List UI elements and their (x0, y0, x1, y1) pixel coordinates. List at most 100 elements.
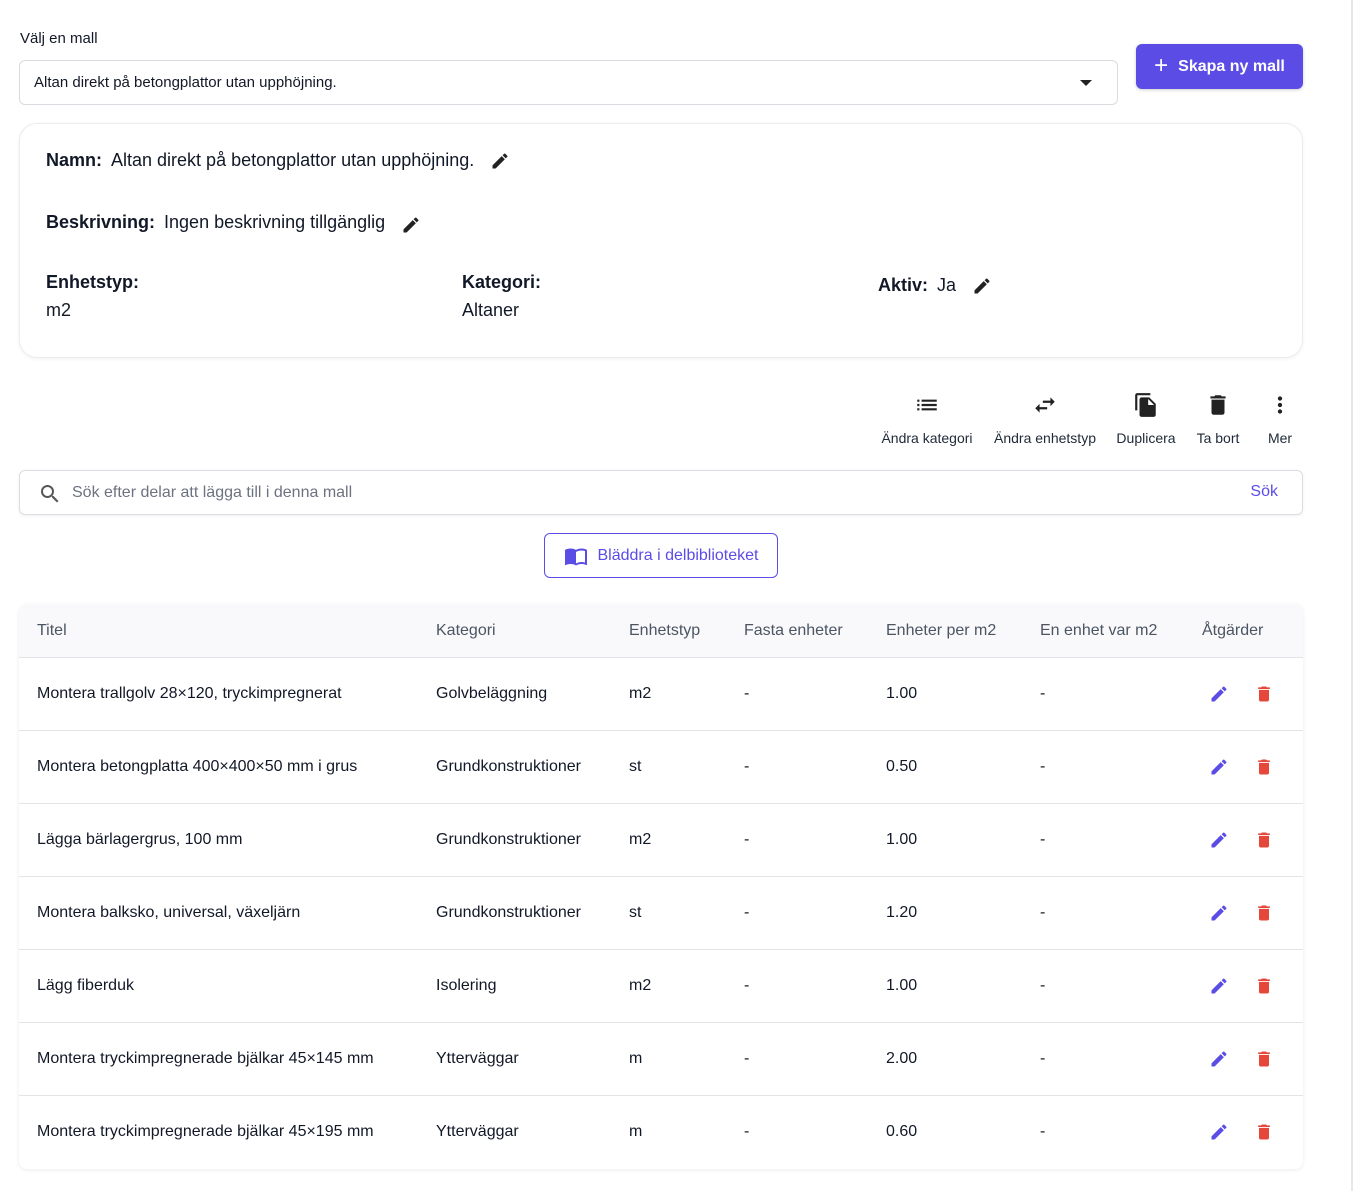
create-template-button[interactable]: + Skapa ny mall (1136, 44, 1303, 89)
active-value: Ja (937, 275, 957, 295)
cell-fixed-units: - (744, 1123, 750, 1140)
change-category-button[interactable]: Ändra kategori (878, 392, 976, 452)
delete-row-icon[interactable] (1254, 903, 1274, 923)
edit-row-icon[interactable] (1209, 1049, 1229, 1069)
table-row: Montera balksko, universal, växeljärn Gr… (19, 877, 1303, 950)
cell-title: Montera trallgolv 28×120, tryckimpregner… (37, 685, 342, 702)
cell-one-unit-per: - (1040, 1050, 1046, 1067)
cell-one-unit-per: - (1040, 904, 1046, 921)
table-row: Lägg fiberduk Isolering m2 - 1.00 - (19, 950, 1303, 1023)
cell-one-unit-per: - (1040, 1123, 1046, 1140)
duplicate-label: Duplicera (1116, 430, 1176, 446)
cell-units-per: 1.00 (886, 685, 918, 702)
edit-row-icon[interactable] (1209, 830, 1229, 850)
description-field: Beskrivning: Ingen beskrivning tillgängl… (46, 209, 421, 235)
cell-one-unit-per: - (1040, 758, 1046, 775)
duplicate-button[interactable]: Duplicera (1113, 392, 1179, 452)
unit-type-label: Enhetstyp: (46, 272, 140, 292)
active-field: Aktiv: Ja (878, 275, 992, 296)
header-unit-type: Enhetstyp (629, 622, 701, 639)
edit-row-icon[interactable] (1209, 903, 1229, 923)
cell-unit-type: m2 (629, 831, 652, 848)
name-label: Namn: (46, 150, 103, 170)
book-icon (564, 544, 588, 568)
delete-row-icon[interactable] (1254, 1049, 1274, 1069)
edit-row-icon[interactable] (1209, 976, 1229, 996)
cell-units-per: 1.00 (886, 831, 918, 848)
change-unit-type-label: Ändra enhetstyp (994, 430, 1096, 446)
change-category-label: Ändra kategori (881, 430, 973, 446)
cell-title: Lägg fiberduk (37, 977, 134, 994)
cell-fixed-units: - (744, 1050, 750, 1067)
edit-row-icon[interactable] (1209, 757, 1229, 777)
description-label: Beskrivning: (46, 211, 156, 232)
edit-description-icon[interactable] (401, 215, 421, 235)
cell-units-per: 1.00 (886, 977, 918, 994)
more-label: Mer (1267, 430, 1293, 446)
create-template-label: Skapa ny mall (1178, 57, 1285, 75)
parts-table: Titel Kategori Enhetstyp Fasta enheter E… (19, 604, 1303, 1169)
search-submit-button[interactable]: Sök (1250, 483, 1278, 501)
cell-one-unit-per: - (1040, 977, 1046, 994)
browse-library-button[interactable]: Bläddra i delbiblioteket (544, 533, 778, 578)
cell-units-per: 0.60 (886, 1123, 918, 1140)
search-icon (38, 482, 62, 506)
cell-units-per: 0.50 (886, 758, 918, 775)
cell-one-unit-per: - (1040, 685, 1046, 702)
template-select[interactable]: Altan direkt på betongplattor utan upphö… (19, 60, 1118, 105)
cell-one-unit-per: - (1040, 831, 1046, 848)
name-value: Altan direkt på betongplattor utan upphö… (111, 150, 475, 170)
cell-title: Montera balksko, universal, växeljärn (37, 904, 301, 921)
delete-row-icon[interactable] (1254, 1122, 1274, 1142)
cell-category: Grundkonstruktioner (436, 758, 581, 775)
cell-title: Montera tryckimpregnerade bjälkar 45×145… (37, 1050, 374, 1067)
category-value: Altaner (462, 300, 520, 320)
cell-unit-type: st (629, 904, 642, 921)
cell-fixed-units: - (744, 904, 750, 921)
cell-fixed-units: - (744, 831, 750, 848)
swap-arrows-icon (1032, 392, 1058, 418)
table-header: Titel Kategori Enhetstyp Fasta enheter E… (19, 604, 1303, 658)
delete-template-button[interactable]: Ta bort (1191, 392, 1245, 452)
delete-row-icon[interactable] (1254, 684, 1274, 704)
header-category: Kategori (436, 622, 496, 639)
parts-search-bar: Sök (19, 470, 1303, 515)
browse-library-label: Bläddra i delbiblioteket (597, 546, 759, 564)
table-row: Lägga bärlagergrus, 100 mm Grundkonstruk… (19, 804, 1303, 877)
delete-row-icon[interactable] (1254, 830, 1274, 850)
trash-icon (1205, 392, 1231, 418)
edit-active-icon[interactable] (972, 276, 992, 296)
template-select-label: Välj en mall (20, 30, 98, 47)
header-one-unit-per: En enhet var m2 (1040, 622, 1158, 639)
cell-fixed-units: - (744, 758, 750, 775)
edit-row-icon[interactable] (1209, 1122, 1229, 1142)
parts-search-input[interactable] (72, 481, 1222, 505)
template-select-value: Altan direkt på betongplattor utan upphö… (34, 74, 337, 91)
edit-row-icon[interactable] (1209, 684, 1229, 704)
cell-title: Lägga bärlagergrus, 100 mm (37, 831, 243, 848)
delete-row-icon[interactable] (1254, 976, 1274, 996)
table-row: Montera tryckimpregnerade bjälkar 45×145… (19, 1023, 1303, 1096)
cell-category: Ytterväggar (436, 1123, 519, 1140)
more-vertical-icon (1267, 392, 1293, 418)
table-row: Montera betongplatta 400×400×50 mm i gru… (19, 731, 1303, 804)
cell-units-per: 2.00 (886, 1050, 918, 1067)
cell-category: Grundkonstruktioner (436, 831, 581, 848)
delete-template-label: Ta bort (1196, 430, 1240, 446)
cell-unit-type: m2 (629, 977, 652, 994)
more-button[interactable]: Mer (1262, 392, 1298, 452)
delete-row-icon[interactable] (1254, 757, 1274, 777)
template-details-card: Namn: Altan direkt på betongplattor utan… (19, 123, 1303, 358)
cell-unit-type: m (629, 1050, 643, 1067)
change-unit-type-button[interactable]: Ändra enhetstyp (990, 392, 1100, 452)
chevron-down-icon (1080, 80, 1092, 86)
edit-name-icon[interactable] (490, 151, 510, 171)
header-title: Titel (37, 622, 67, 639)
cell-unit-type: m2 (629, 685, 652, 702)
cell-category: Isolering (436, 977, 497, 994)
file-copy-icon (1133, 392, 1159, 418)
active-label: Aktiv: (878, 275, 929, 295)
cell-units-per: 1.20 (886, 904, 918, 921)
cell-unit-type: st (629, 758, 642, 775)
unit-type-value: m2 (46, 300, 72, 320)
